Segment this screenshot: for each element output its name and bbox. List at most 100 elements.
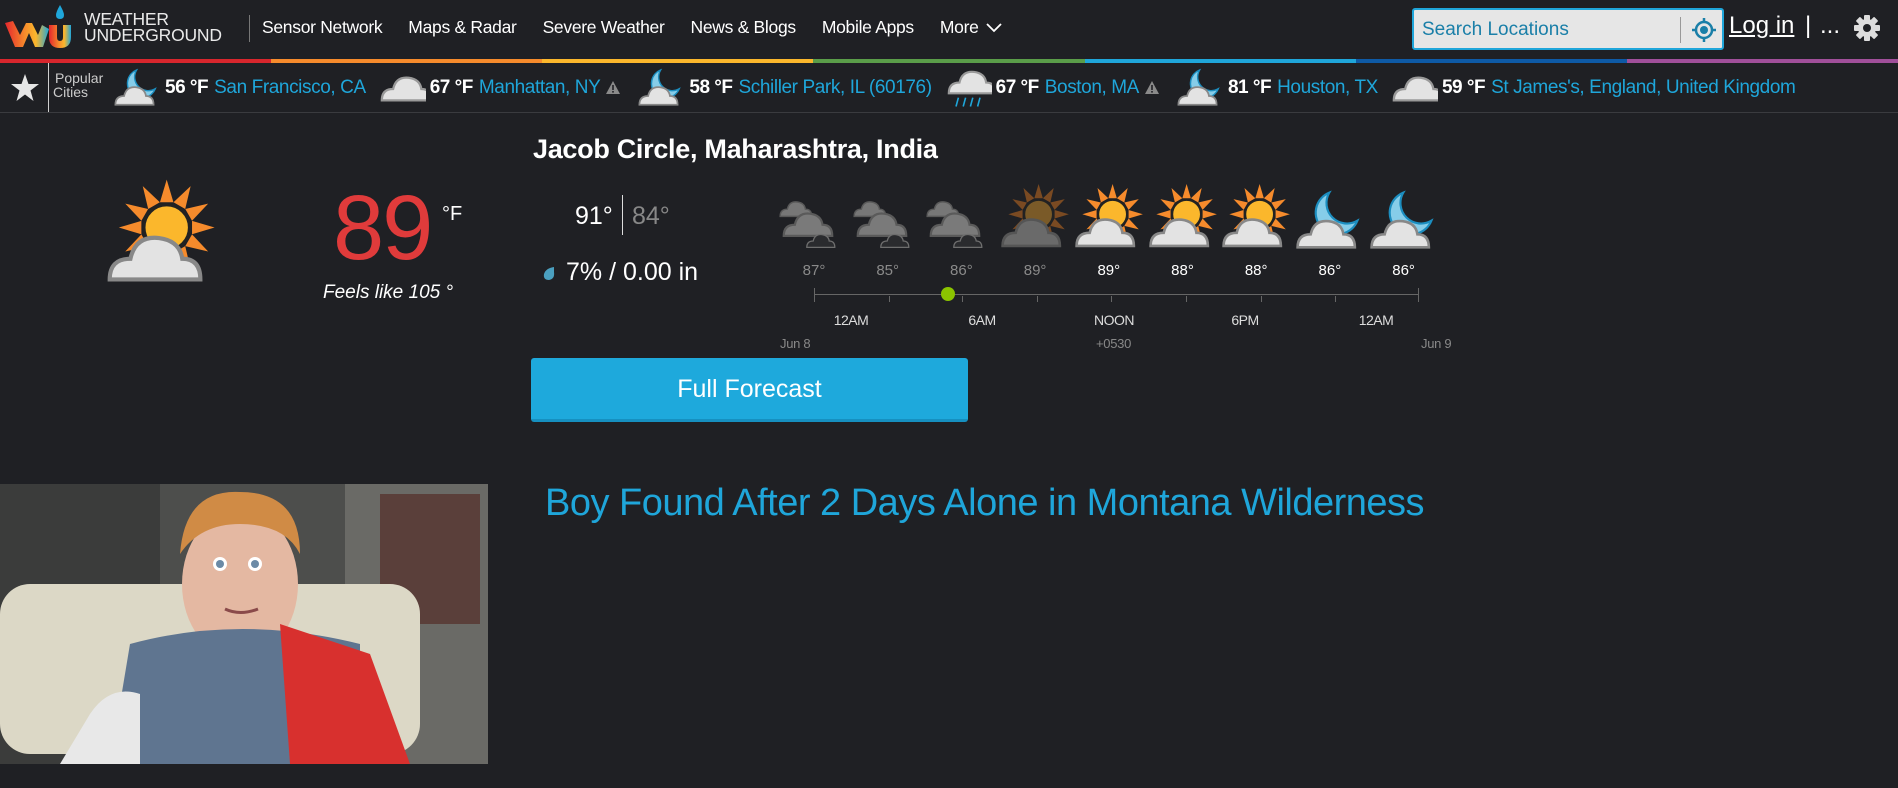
city-temperature: 67 °F xyxy=(995,76,1040,98)
nav-maps-radar[interactable]: Maps & Radar xyxy=(408,17,517,38)
city-name-link[interactable]: St James's, England, United Kingdom xyxy=(1491,77,1796,99)
timeline-tick xyxy=(814,288,815,302)
start-date: Jun 8 xyxy=(780,336,811,351)
hourly-temperature: 86° xyxy=(950,262,973,279)
time-label: 12AM xyxy=(1358,312,1394,328)
hourly-temperature: 89° xyxy=(1023,262,1047,279)
hourly-item[interactable]: 88° xyxy=(1220,184,1292,279)
rain-icon xyxy=(947,70,992,107)
night-partly-cloudy-icon xyxy=(1177,68,1220,106)
hourly-item[interactable]: 88° xyxy=(1147,184,1219,279)
search-separator xyxy=(1680,17,1681,43)
hourly-temperature: 86° xyxy=(1318,262,1342,279)
current-time-marker xyxy=(941,287,955,301)
time-label: NOON xyxy=(1094,312,1135,328)
hourly-forecast: 12AM 6AM NOON 6PM 12AM Jun 8 +0530 Jun 9… xyxy=(778,184,1458,364)
city-temperature: 59 °F xyxy=(1441,76,1486,98)
logo-text: WEATHER UNDERGROUND xyxy=(84,10,222,45)
search-locations-input[interactable] xyxy=(1422,17,1672,43)
popular-city-item[interactable]: 67 °F Boston, MA xyxy=(944,66,1164,110)
time-label: 12AM xyxy=(833,312,869,328)
time-label: 6PM xyxy=(1231,312,1259,328)
city-temperature: 58 °F xyxy=(689,76,733,98)
city-name-link[interactable]: San Francisco, CA xyxy=(214,77,366,99)
nav-sensor-network[interactable]: Sensor Network xyxy=(262,17,383,38)
city-name-link[interactable]: Manhattan, NY xyxy=(479,77,601,99)
locate-me-icon[interactable] xyxy=(1690,16,1718,44)
login-link[interactable]: Log in xyxy=(1729,12,1794,40)
hourly-item[interactable]: 86° xyxy=(925,184,997,279)
cloudy-icon xyxy=(380,75,426,101)
mostly-cloudy-icon xyxy=(853,201,910,248)
search-box xyxy=(1412,8,1724,50)
hourly-item[interactable]: 89° xyxy=(1073,184,1145,279)
timeline-tick xyxy=(1037,296,1038,302)
city-name-link[interactable]: Boston, MA xyxy=(1045,77,1140,99)
hourly-temperature: 85° xyxy=(876,262,900,279)
precipitation: 7% / 0.00 in xyxy=(566,258,699,286)
partly-cloudy-icon xyxy=(1001,184,1069,248)
city-temperature: 67 °F xyxy=(429,76,474,98)
location-title: Jacob Circle, Maharashtra, India xyxy=(533,134,938,164)
hourly-item[interactable]: 86° xyxy=(1294,184,1366,279)
hourly-temperature: 86° xyxy=(1392,262,1415,279)
full-forecast-button[interactable]: Full Forecast xyxy=(531,358,968,422)
header-separator: | xyxy=(1805,12,1812,39)
city-temperature: 81 °F xyxy=(1227,76,1272,98)
partly-cloudy-icon xyxy=(107,179,215,282)
city-temperature: 56 °F xyxy=(165,76,209,98)
timeline-tick xyxy=(962,296,963,302)
more-options-button[interactable]: ... xyxy=(1820,12,1840,40)
warning-icon[interactable] xyxy=(605,80,621,95)
partly-cloudy-icon xyxy=(1148,184,1217,248)
hourly-temperature: 88° xyxy=(1244,262,1268,279)
popular-city-item[interactable]: 58 °F Schiller Park, IL (60176) xyxy=(637,66,933,110)
weather-underground-logo[interactable]: WEATHER UNDERGROUND xyxy=(2,2,232,52)
nav-more[interactable]: More xyxy=(940,17,1002,38)
high-temperature: 91° xyxy=(575,202,613,230)
city-name-link[interactable]: Schiller Park, IL (60176) xyxy=(739,77,933,99)
logo-line-2: UNDERGROUND xyxy=(84,25,222,45)
popular-city-item[interactable]: 81 °F Houston, TX xyxy=(1176,66,1378,110)
partly-cloudy-icon xyxy=(1222,184,1291,248)
mostly-cloudy-icon xyxy=(779,201,836,248)
news-image[interactable] xyxy=(0,484,488,764)
star-icon[interactable] xyxy=(6,69,44,107)
timezone-offset: +0530 xyxy=(1096,336,1132,351)
high-low-separator xyxy=(622,195,623,235)
popular-city-item[interactable]: 67 °F Manhattan, NY xyxy=(378,66,626,110)
popular-city-item[interactable]: 59 °F St James's, England, United Kingdom xyxy=(1390,66,1796,110)
hourly-item[interactable]: 87° xyxy=(778,184,850,279)
night-partly-cloudy-icon xyxy=(638,68,682,106)
feels-like: Feels like 105 ° xyxy=(323,282,454,303)
news-photo-boy xyxy=(0,484,488,764)
current-temperature: 89 xyxy=(333,177,433,279)
mostly-cloudy-icon xyxy=(926,201,983,248)
time-label: 6AM xyxy=(968,312,996,328)
hourly-item[interactable]: 85° xyxy=(852,184,924,279)
nav-mobile-apps[interactable]: Mobile Apps xyxy=(822,17,914,38)
news-headline[interactable]: Boy Found After 2 Days Alone in Montana … xyxy=(545,482,1425,525)
night-partly-cloudy-icon xyxy=(114,68,157,106)
hourly-item[interactable]: 89° xyxy=(999,184,1071,279)
nav-news-blogs[interactable]: News & Blogs xyxy=(691,17,797,38)
temperature-unit: °F xyxy=(442,203,463,225)
nav-severe-weather[interactable]: Severe Weather xyxy=(543,17,665,38)
wu-logo-icon xyxy=(5,5,71,48)
popular-city-item[interactable]: 56 °F San Francisco, CA xyxy=(113,66,366,110)
cloudy-icon xyxy=(1392,75,1438,101)
timeline-tick xyxy=(1186,296,1187,302)
nav-divider xyxy=(249,15,250,42)
end-date: Jun 9 xyxy=(1421,336,1452,351)
hourly-temperature: 87° xyxy=(802,262,826,279)
top-navigation-bar: WEATHER UNDERGROUND Sensor Network Maps … xyxy=(0,0,1898,58)
low-temperature: 84° xyxy=(632,202,670,230)
main-nav: Sensor Network Maps & Radar Severe Weath… xyxy=(262,0,1028,55)
warning-icon[interactable] xyxy=(1144,80,1160,95)
timeline-axis xyxy=(814,294,1418,295)
city-name-link[interactable]: Houston, TX xyxy=(1277,77,1378,99)
timeline-tick xyxy=(1261,296,1262,302)
city-list: 56 °F San Francisco, CA 67 °F Manhattan, NY… xyxy=(113,63,1807,112)
hourly-item[interactable]: 86° xyxy=(1368,184,1440,279)
gear-icon[interactable] xyxy=(1853,14,1881,42)
